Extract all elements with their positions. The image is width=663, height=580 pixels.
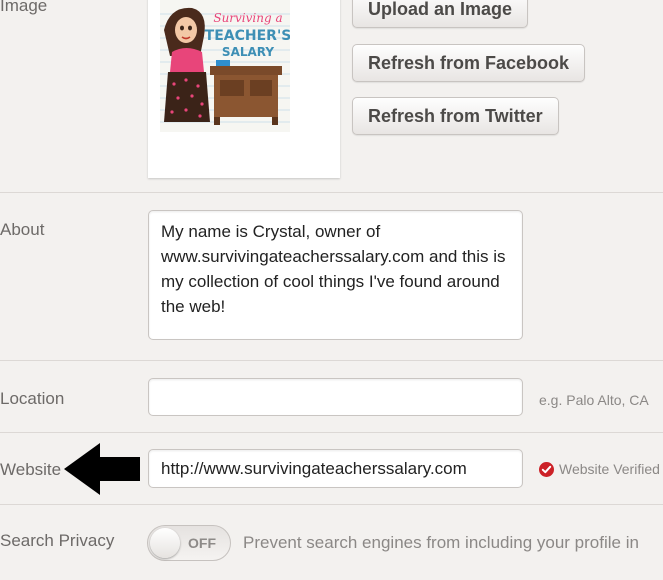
location-label: Location	[0, 389, 65, 408]
location-hint: e.g. Palo Alto, CA	[539, 392, 649, 408]
refresh-facebook-button[interactable]: Refresh from Facebook	[352, 44, 586, 82]
divider	[0, 360, 663, 361]
divider	[0, 432, 663, 433]
divider	[0, 192, 663, 193]
checkmark-icon	[539, 462, 554, 477]
toggle-state-text: OFF	[188, 535, 216, 551]
search-privacy-toggle[interactable]: OFF	[147, 525, 231, 561]
divider	[0, 504, 663, 505]
refresh-twitter-button[interactable]: Refresh from Twitter	[352, 97, 559, 135]
website-input[interactable]: http://www.survivingateacherssalary.com	[148, 449, 523, 488]
about-textarea[interactable]: My name is Crystal, owner of www.survivi…	[148, 210, 523, 340]
location-input[interactable]	[148, 378, 523, 416]
website-value: http://www.survivingateacherssalary.com	[161, 459, 467, 478]
avatar-text-line2: TEACHER'S	[205, 28, 290, 44]
avatar-text-line1: Surviving a	[213, 11, 282, 25]
image-label: Image	[0, 0, 48, 15]
upload-image-button[interactable]: Upload an Image	[352, 0, 529, 28]
website-label: Website	[0, 460, 62, 479]
website-verified-text: Website Verified	[559, 461, 660, 477]
avatar-image: Surviving a TEACHER'S SALARY	[160, 0, 290, 132]
about-label: About	[0, 220, 45, 239]
toggle-knob	[150, 528, 180, 558]
about-text: My name is Crystal, owner of www.survivi…	[161, 222, 506, 316]
search-privacy-description: Prevent search engines from including yo…	[243, 533, 639, 552]
arrow-left-icon	[64, 443, 140, 495]
search-privacy-label: Search Privacy	[0, 531, 115, 550]
avatar-text-line3: SALARY	[222, 45, 274, 59]
avatar-frame: Surviving a TEACHER'S SALARY	[148, 0, 340, 178]
